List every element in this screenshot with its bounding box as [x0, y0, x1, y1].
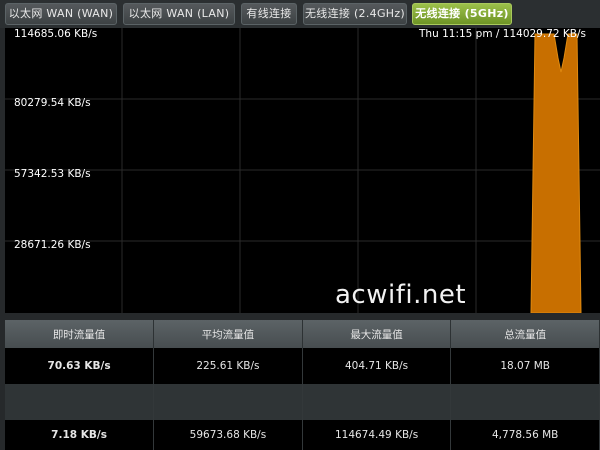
header-total: 总流量值	[450, 320, 600, 348]
graph-readout: Thu 11:15 pm / 114029.72 KB/s	[419, 28, 586, 40]
tx-current-value: 7.18 KB/s	[5, 420, 155, 450]
traffic-graph-svg	[5, 28, 600, 313]
header-max: 最大流量值	[302, 320, 452, 348]
header-current: 即时流量值	[5, 320, 155, 348]
traffic-graph: 114685.06 KB/s 80279.54 KB/s 57342.53 KB…	[5, 28, 600, 313]
rx-max-value: 404.71 KB/s	[302, 348, 452, 384]
table-row-received: 70.63 KB/s 225.61 KB/s 404.71 KB/s 18.07…	[5, 348, 600, 384]
tab-wireless-2-4ghz[interactable]: 无线连接 (2.4GHz)	[303, 3, 407, 25]
y-axis-label: 28671.26 KB/s	[14, 239, 91, 251]
table-row-spacer	[5, 384, 600, 420]
tab-ethernet-wan-lan[interactable]: 以太网 WAN (LAN)	[123, 3, 235, 25]
tx-total-value: 4,778.56 MB	[450, 420, 600, 450]
header-average: 平均流量值	[153, 320, 303, 348]
tx-average-value: 59673.68 KB/s	[153, 420, 303, 450]
watermark-text: acwifi.net	[335, 280, 467, 310]
y-axis-label: 57342.53 KB/s	[14, 168, 91, 180]
tx-max-value: 114674.49 KB/s	[302, 420, 452, 450]
tab-wired[interactable]: 有线连接	[241, 3, 297, 25]
traffic-stats-table: 即时流量值 平均流量值 最大流量值 总流量值 70.63 KB/s 225.61…	[5, 320, 600, 450]
traffic-series-area	[530, 33, 582, 313]
rx-current-value: 70.63 KB/s	[5, 348, 155, 384]
rx-total-value: 18.07 MB	[450, 348, 600, 384]
table-row-transmitted: 7.18 KB/s 59673.68 KB/s 114674.49 KB/s 4…	[5, 420, 600, 450]
rx-average-value: 225.61 KB/s	[153, 348, 303, 384]
tab-ethernet-wan-wan[interactable]: 以太网 WAN (WAN)	[5, 3, 117, 25]
tab-bar: 以太网 WAN (WAN) 以太网 WAN (LAN) 有线连接 无线连接 (2…	[0, 0, 600, 28]
y-axis-label: 80279.54 KB/s	[14, 97, 91, 109]
tab-wireless-5ghz[interactable]: 无线连接 (5GHz)	[412, 3, 512, 25]
y-axis-label-max: 114685.06 KB/s	[14, 28, 98, 40]
grid	[5, 28, 600, 313]
